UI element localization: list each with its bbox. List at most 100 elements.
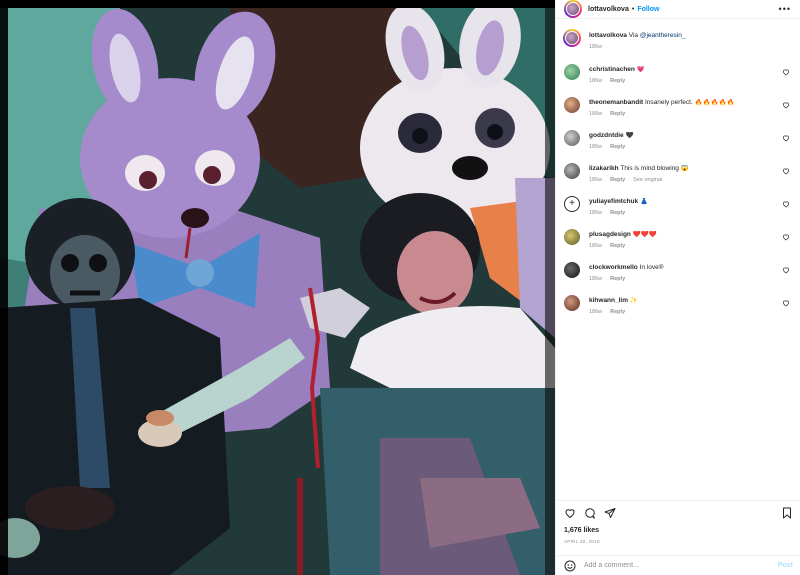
comment-time[interactable]: 186w — [589, 276, 602, 282]
heart-icon[interactable] — [782, 134, 790, 142]
painting-artwork — [0, 8, 555, 575]
emoji-icon[interactable] — [564, 560, 576, 572]
heart-icon[interactable] — [782, 233, 790, 241]
comment-time[interactable]: 186w — [589, 144, 602, 150]
heart-icon[interactable] — [782, 266, 790, 274]
post-side-panel: lottavolkova • Follow ••• lottavolkova V… — [555, 0, 800, 575]
comment-meta: 186w Reply — [589, 144, 633, 150]
comment-text: kihwann_lim ✨ — [589, 297, 779, 305]
author-avatar[interactable] — [564, 0, 582, 18]
reply-button[interactable]: Reply — [610, 144, 625, 150]
comment-meta: 186w Reply — [589, 111, 633, 117]
comment-meta: 186w Reply — [589, 243, 633, 249]
comment-time[interactable]: 186w — [589, 111, 602, 117]
reply-button[interactable]: Reply — [610, 210, 625, 216]
see-original-link[interactable]: See original — [633, 177, 662, 183]
more-icon[interactable]: ••• — [779, 4, 791, 14]
comment-text: yuliayefimtchuk 👗 — [589, 198, 779, 206]
commenter-avatar[interactable] — [564, 97, 580, 113]
comment-text: lizakarikh This is mind blowing 😱 — [589, 165, 779, 173]
post-date[interactable]: APRIL 28, 2019 — [564, 539, 600, 544]
comment-item: kihwann_lim ✨ 186w Reply — [564, 295, 794, 319]
caption-meta: 186w — [589, 44, 610, 50]
reply-button[interactable]: Reply — [610, 276, 625, 282]
comment-item: lizakarikh This is mind blowing 😱 186w Re… — [564, 163, 794, 187]
bookmark-icon[interactable] — [781, 507, 793, 519]
comments-list[interactable]: lottavolkova Via @jeantheresin_ 186w cch… — [556, 24, 800, 494]
comment-time[interactable]: 186w — [589, 309, 602, 315]
caption: lottavolkova Via @jeantheresin_ 186w — [563, 29, 794, 54]
reply-button[interactable]: Reply — [610, 243, 625, 249]
post-header: lottavolkova • Follow ••• — [556, 0, 800, 19]
header-separator: • — [631, 5, 635, 13]
comment-time[interactable]: 186w — [589, 177, 602, 183]
reply-button[interactable]: Reply — [610, 111, 625, 117]
comment-input[interactable]: Add a comment... — [584, 562, 778, 569]
reply-button[interactable]: Reply — [610, 177, 625, 183]
heart-icon[interactable] — [564, 507, 576, 519]
comment-item: godzdntdie 🖤 186w Reply — [564, 130, 794, 154]
comment-body: 🖤 — [625, 132, 634, 139]
commenter-avatar[interactable] — [564, 130, 580, 146]
comment-body: 💗 — [636, 66, 645, 73]
comment-time[interactable]: 186w — [589, 243, 602, 249]
commenter-avatar[interactable] — [564, 163, 580, 179]
caption-body: Via — [628, 32, 640, 39]
post-image[interactable] — [0, 8, 555, 575]
comment-body: ❤️❤️❤️ — [632, 231, 657, 238]
caption-time[interactable]: 186w — [589, 44, 602, 50]
commenter-avatar[interactable]: + — [564, 196, 580, 212]
comment-meta: 186w Reply — [589, 276, 633, 282]
commenter-avatar[interactable] — [564, 262, 580, 278]
comment-item: clockworkmello In love® 186w Reply — [564, 262, 794, 286]
caption-avatar[interactable] — [563, 29, 581, 47]
author-username[interactable]: lottavolkova — [588, 6, 629, 13]
comment-meta: 186w Reply See original — [589, 177, 670, 183]
comment-body: Insanely perfect. 🔥🔥🔥🔥🔥 — [644, 99, 735, 106]
caption-text: lottavolkova Via @jeantheresin_ — [589, 32, 779, 40]
comment-meta: 186w Reply — [589, 210, 633, 216]
comment-username[interactable]: yuliayefimtchuk — [589, 198, 638, 205]
comment-body: This is mind blowing 😱 — [620, 165, 689, 172]
comment-text: clockworkmello In love® — [589, 264, 779, 272]
heart-icon[interactable] — [782, 167, 790, 175]
heart-icon[interactable] — [782, 200, 790, 208]
comment-username[interactable]: godzdntdie — [589, 132, 624, 139]
comment-time[interactable]: 186w — [589, 78, 602, 84]
comment-item: theonemanbandit Insanely perfect. 🔥🔥🔥🔥🔥 … — [564, 97, 794, 121]
comment-username[interactable]: plusagdesign — [589, 231, 631, 238]
comment-username[interactable]: lizakarikh — [589, 165, 619, 172]
comment-meta: 186w Reply — [589, 78, 633, 84]
comment-body: ✨ — [629, 297, 638, 304]
comment-item: cchristinachen 💗 186w Reply — [564, 64, 794, 88]
comment-item: + yuliayefimtchuk 👗 186w Reply — [564, 196, 794, 220]
comment-icon[interactable] — [584, 507, 596, 519]
comment-meta: 186w Reply — [589, 309, 633, 315]
heart-icon[interactable] — [782, 68, 790, 76]
caption-mention[interactable]: @jeantheresin_ — [640, 32, 686, 39]
comment-text: godzdntdie 🖤 — [589, 132, 779, 140]
follow-button[interactable]: Follow — [637, 6, 659, 13]
comment-text: theonemanbandit Insanely perfect. 🔥🔥🔥🔥🔥 — [589, 99, 779, 107]
caption-username[interactable]: lottavolkova — [589, 32, 627, 39]
comment-username[interactable]: kihwann_lim — [589, 297, 628, 304]
likes-count[interactable]: 1,676 likes — [564, 527, 599, 534]
comment-body: 👗 — [639, 198, 649, 205]
add-comment-bar: Add a comment... Post — [556, 555, 800, 575]
reply-button[interactable]: Reply — [610, 78, 625, 84]
commenter-avatar[interactable] — [564, 229, 580, 245]
comment-item: plusagdesign ❤️❤️❤️ 186w Reply — [564, 229, 794, 253]
reply-button[interactable]: Reply — [610, 309, 625, 315]
heart-icon[interactable] — [782, 299, 790, 307]
comment-username[interactable]: cchristinachen — [589, 66, 635, 73]
comment-username[interactable]: clockworkmello — [589, 264, 638, 271]
commenter-avatar[interactable] — [564, 295, 580, 311]
instagram-post-view: lottavolkova • Follow ••• lottavolkova V… — [0, 0, 800, 575]
action-bar: 1,676 likes APRIL 28, 2019 — [556, 500, 800, 555]
share-icon[interactable] — [604, 507, 616, 519]
post-button[interactable]: Post — [778, 562, 793, 569]
commenter-avatar[interactable] — [564, 64, 580, 80]
heart-icon[interactable] — [782, 101, 790, 109]
comment-username[interactable]: theonemanbandit — [589, 99, 643, 106]
comment-time[interactable]: 186w — [589, 210, 602, 216]
